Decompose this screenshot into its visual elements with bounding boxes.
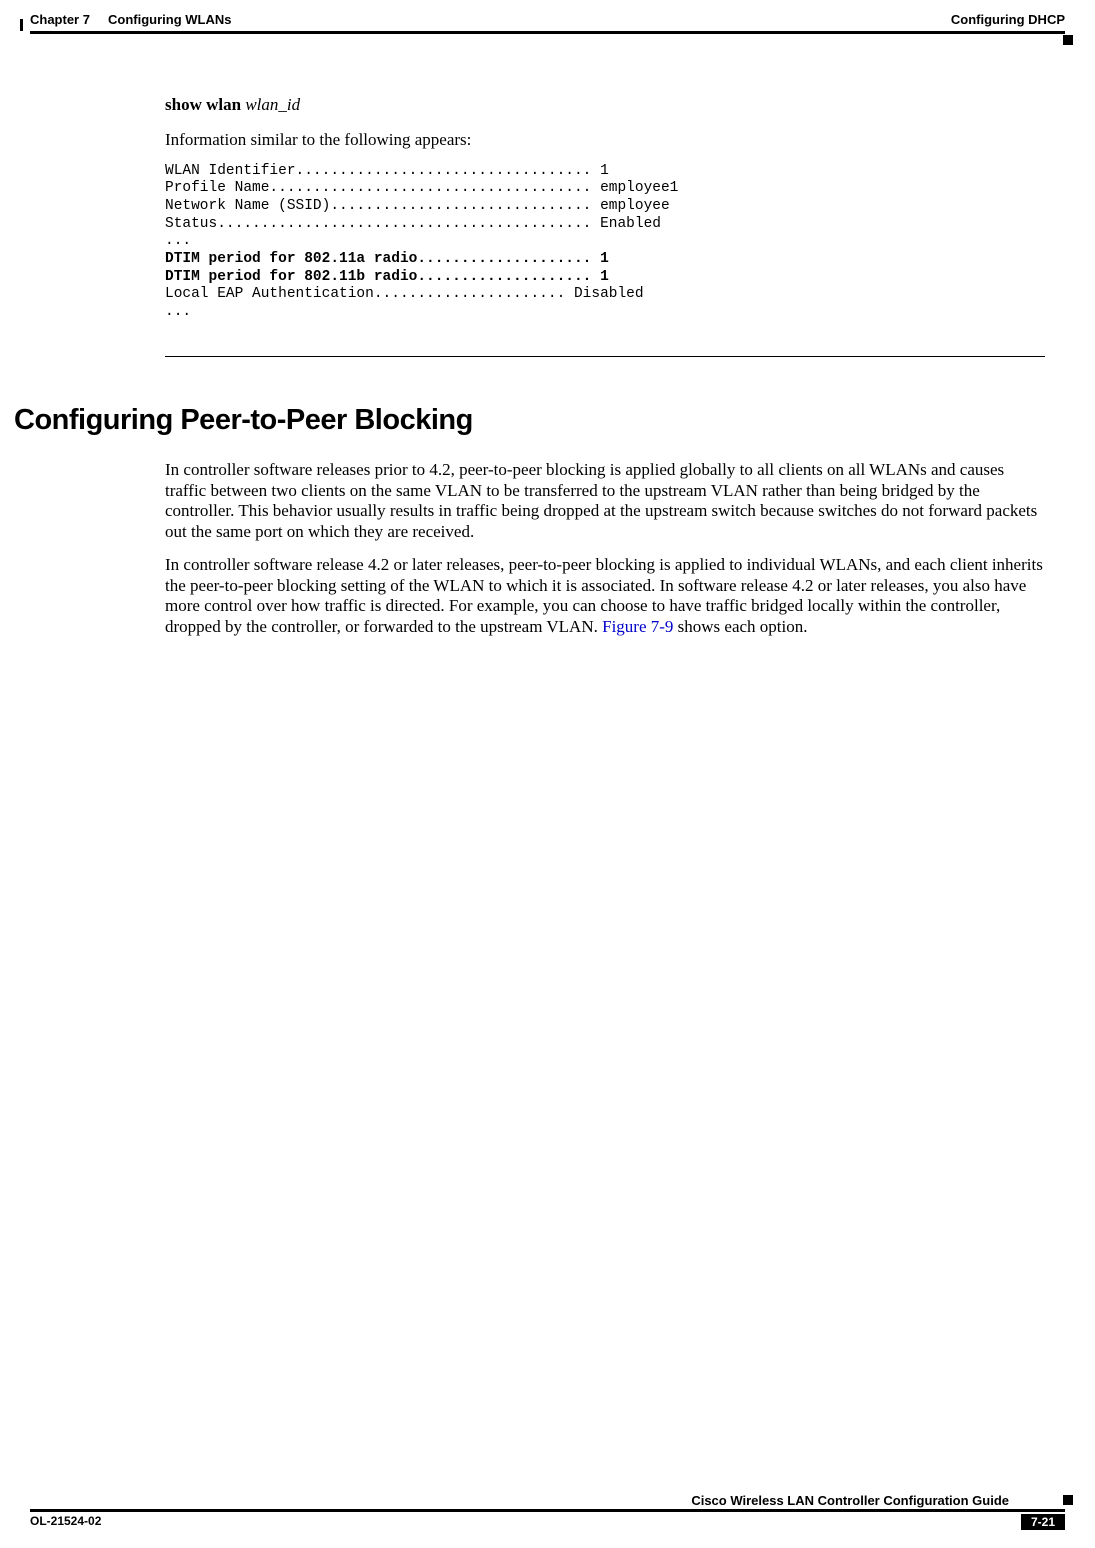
intro-text: Information similar to the following app… (165, 129, 1045, 150)
footer-doc-id: OL-21524-02 (30, 1514, 101, 1530)
cli-line: ... (165, 304, 191, 320)
footer-rule (30, 1509, 1065, 1512)
footer-row: OL-21524-02 7-21 (30, 1514, 1065, 1530)
cli-line-bold: DTIM period for 802.11b radio...........… (165, 269, 609, 285)
page-content: show wlan wlan_id Information similar to… (0, 34, 1095, 638)
cli-line-bold: DTIM period for 802.11a radio...........… (165, 251, 609, 267)
page-footer: Cisco Wireless LAN Controller Configurat… (30, 1493, 1065, 1530)
cli-line: Network Name (SSID).....................… (165, 198, 670, 214)
paragraph-text: shows each option. (673, 617, 807, 636)
cli-line: Status..................................… (165, 216, 661, 232)
chapter-number: Chapter 7 (30, 12, 90, 27)
header-section: Configuring DHCP (951, 12, 1065, 27)
cli-line: WLAN Identifier.........................… (165, 163, 609, 179)
cli-line: ... (165, 233, 191, 249)
paragraph: In controller software release 4.2 or la… (165, 555, 1045, 638)
cli-line: Local EAP Authentication................… (165, 286, 644, 302)
command-keyword: show wlan (165, 95, 241, 114)
command-line: show wlan wlan_id (165, 94, 1045, 115)
page-header: Chapter 7 Configuring WLANs Configuring … (0, 0, 1095, 27)
cli-line: Profile Name............................… (165, 180, 678, 196)
cli-output: WLAN Identifier.........................… (165, 163, 1045, 322)
chapter-title: Configuring WLANs (108, 12, 231, 27)
left-header-rule (20, 19, 23, 31)
section-heading: Configuring Peer-to-Peer Blocking (0, 402, 1045, 438)
footer-guide-title: Cisco Wireless LAN Controller Configurat… (30, 1493, 1065, 1508)
page-number-badge: 7-21 (1021, 1514, 1065, 1530)
footer-marker-icon (1063, 1495, 1073, 1505)
header-left: Chapter 7 Configuring WLANs (30, 12, 232, 27)
paragraph: In controller software releases prior to… (165, 460, 1045, 543)
section-divider (165, 356, 1045, 357)
header-marker-icon (1063, 35, 1073, 45)
figure-link[interactable]: Figure 7-9 (602, 617, 673, 636)
command-argument: wlan_id (245, 95, 300, 114)
